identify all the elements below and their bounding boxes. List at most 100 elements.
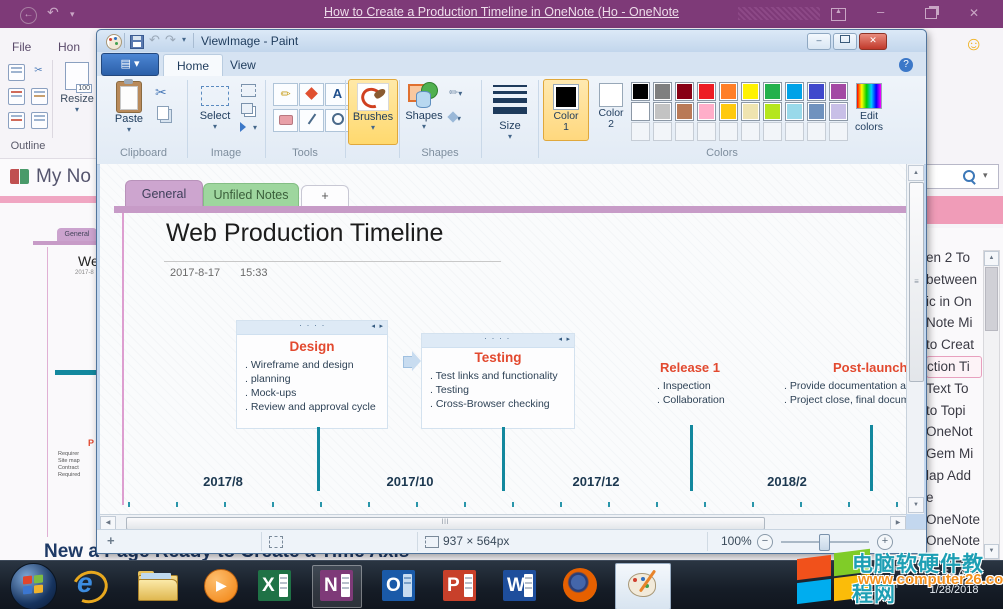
palette-swatch[interactable]: [763, 82, 782, 101]
palette-swatch[interactable]: [675, 102, 694, 121]
palette-swatch[interactable]: [719, 122, 738, 141]
minimize-window-icon[interactable]: –: [877, 6, 884, 18]
page-setup-icon[interactable]: [31, 112, 48, 129]
color1-button[interactable]: Color1: [543, 79, 589, 141]
notebook-bar[interactable]: My No: [0, 159, 96, 196]
palette-swatch[interactable]: [807, 102, 826, 121]
taskbar-word-icon[interactable]: W: [503, 570, 536, 601]
color2-button[interactable]: Color2: [589, 79, 633, 139]
zoom-slider-thumb[interactable]: [819, 534, 830, 551]
palette-swatch[interactable]: [741, 102, 760, 121]
close-window-icon[interactable]: ✕: [969, 7, 979, 19]
palette-swatch[interactable]: [785, 102, 804, 121]
palette-swatch[interactable]: [719, 82, 738, 101]
palette-swatch[interactable]: [697, 102, 716, 121]
crop-icon[interactable]: [241, 84, 256, 97]
shape-outline-icon[interactable]: ✏▾: [449, 86, 462, 99]
page-list-item[interactable]: en 2 To: [926, 247, 982, 269]
page-list-item[interactable]: ction Ti: [926, 356, 982, 378]
palette-swatch[interactable]: [653, 102, 672, 121]
palette-swatch[interactable]: [653, 82, 672, 101]
scrollbar-thumb[interactable]: [985, 267, 998, 331]
paint-titlebar[interactable]: ↶ ↷ ▾ ViewImage - Paint – ✕: [97, 30, 926, 52]
palette-swatch[interactable]: [631, 122, 650, 141]
palette-swatch[interactable]: [829, 82, 848, 101]
palette-swatch[interactable]: [829, 122, 848, 141]
page-list-item[interactable]: Text To: [926, 378, 982, 400]
rotate-dropdown-icon[interactable]: ▾: [253, 123, 257, 132]
palette-swatch[interactable]: [741, 82, 760, 101]
palette-swatch[interactable]: [719, 102, 738, 121]
search-box[interactable]: ▾: [918, 164, 999, 189]
taskbar-paint-icon[interactable]: [615, 563, 671, 609]
taskbar-powerpoint-icon[interactable]: P: [443, 570, 476, 601]
select-button[interactable]: Select ▾: [193, 80, 237, 142]
paste-icon[interactable]: [31, 88, 48, 105]
volume-icon[interactable]: [848, 581, 855, 590]
palette-swatch[interactable]: [807, 122, 826, 141]
action-center-icon[interactable]: ⚑: [894, 576, 906, 592]
onenote-file-tab[interactable]: File: [12, 40, 31, 54]
shapes-button[interactable]: Shapes ▾: [403, 80, 445, 142]
scroll-up-icon[interactable]: ▲: [908, 165, 924, 181]
paste-button[interactable]: Paste ▾: [107, 80, 151, 142]
search-dropdown-icon[interactable]: ▾: [983, 170, 988, 181]
notebook-name[interactable]: My No: [36, 166, 91, 188]
page-list-item[interactable]: to Topi: [926, 400, 982, 422]
rotate-icon[interactable]: [240, 122, 246, 132]
canvas-vscrollbar[interactable]: ▲ ≡ ▼: [906, 164, 924, 514]
palette-swatch[interactable]: [675, 82, 694, 101]
taskbar-excel-icon[interactable]: X: [258, 570, 291, 601]
palette-swatch[interactable]: [785, 122, 804, 141]
network-icon[interactable]: ✕: [870, 579, 887, 592]
page-list-item[interactable]: OneNote: [926, 530, 982, 552]
canvas-hscrollbar[interactable]: ◀ lll ▶: [100, 514, 906, 530]
copy-icon[interactable]: [157, 106, 169, 120]
taskbar-ie-icon[interactable]: e: [70, 567, 106, 603]
page-list-item[interactable]: to Creat: [926, 334, 982, 356]
save-icon[interactable]: [130, 35, 144, 49]
start-button[interactable]: [10, 563, 57, 609]
palette-swatch[interactable]: [829, 102, 848, 121]
mini-tab-general[interactable]: General: [57, 228, 97, 241]
magnifier-tool[interactable]: [325, 109, 350, 132]
undo-icon[interactable]: ↶: [149, 32, 160, 48]
palette-swatch[interactable]: [697, 122, 716, 141]
tray-clock-date[interactable]: 1/28/2018: [914, 584, 994, 596]
paint-close-button[interactable]: ✕: [859, 33, 887, 50]
palette-swatch[interactable]: [697, 82, 716, 101]
taskbar-explorer-icon[interactable]: [138, 571, 176, 599]
outline-tool-icon[interactable]: [8, 88, 25, 105]
pencil-tool[interactable]: ✏: [273, 83, 298, 106]
palette-swatch[interactable]: [631, 82, 650, 101]
fill-tool[interactable]: [299, 83, 324, 106]
page-list-item[interactable]: lap Add: [926, 465, 982, 487]
page-list-scrollbar[interactable]: ▲ ▼: [983, 250, 1000, 560]
paint-maximize-button[interactable]: [833, 33, 857, 50]
outline-tool-icon[interactable]: [8, 64, 25, 81]
palette-swatch[interactable]: [653, 122, 672, 141]
onenote-titlebar[interactable]: ← ↶ ▾ How to Create a Production Timelin…: [0, 0, 1003, 28]
help-icon[interactable]: ?: [899, 58, 913, 72]
cut-icon[interactable]: ✂: [31, 64, 46, 79]
taskbar-outlook-icon[interactable]: O: [382, 570, 415, 601]
qat-dropdown-icon[interactable]: ▾: [182, 35, 186, 44]
vscroll-thumb[interactable]: ≡: [909, 182, 924, 382]
ribbon-display-options-icon[interactable]: ▲: [831, 8, 846, 21]
taskbar-onenote-icon[interactable]: N: [312, 565, 362, 608]
page-list-item[interactable]: ic in On: [926, 291, 982, 313]
page-list-item[interactable]: Note Mi: [926, 312, 982, 334]
redo-icon[interactable]: ↷: [165, 32, 176, 48]
taskbar-firefox-icon[interactable]: [563, 568, 597, 602]
edit-colors-button[interactable]: Editcolors: [849, 79, 889, 141]
page-list-item[interactable]: Gem Mi: [926, 443, 982, 465]
restore-window-icon[interactable]: [925, 8, 937, 19]
palette-swatch[interactable]: [675, 122, 694, 141]
onenote-resize-button[interactable]: 100 Resize ▾: [58, 62, 96, 138]
text-tool[interactable]: A: [325, 83, 350, 106]
palette-swatch[interactable]: [785, 82, 804, 101]
tray-clock-time[interactable]: 7:54 AM: [914, 568, 994, 580]
onenote-home-tab[interactable]: Hon: [58, 40, 80, 54]
palette-swatch[interactable]: [741, 122, 760, 141]
paint-canvas[interactable]: General Unfiled Notes + Web Production T…: [100, 164, 906, 514]
